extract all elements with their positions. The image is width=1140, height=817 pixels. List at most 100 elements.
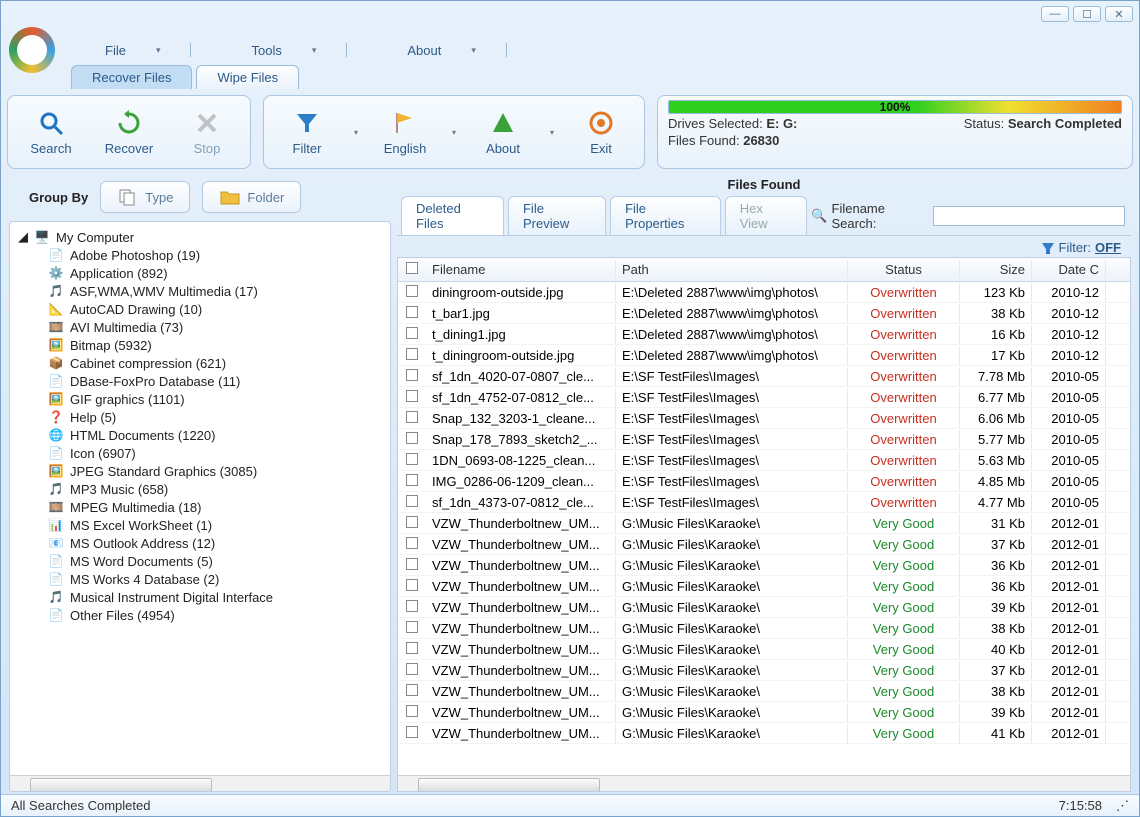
row-checkbox[interactable] (406, 663, 418, 675)
row-checkbox[interactable] (406, 285, 418, 297)
tree-item[interactable]: 🎞️MPEG Multimedia (18) (20, 498, 388, 516)
tree-item[interactable]: 🖼️Bitmap (5932) (20, 336, 388, 354)
tree-item[interactable]: 📧MS Outlook Address (12) (20, 534, 388, 552)
filter-status[interactable]: Filter: OFF (397, 236, 1131, 257)
file-type-tree[interactable]: ◢ 🖥️ My Computer 📄Adobe Photoshop (19)⚙️… (10, 222, 390, 775)
table-row[interactable]: VZW_Thunderboltnew_UM...G:\Music Files\K… (398, 681, 1130, 702)
table-row[interactable]: VZW_Thunderboltnew_UM...G:\Music Files\K… (398, 513, 1130, 534)
row-checkbox[interactable] (406, 558, 418, 570)
table-row[interactable]: sf_1dn_4373-07-0812_cle...E:\SF TestFile… (398, 492, 1130, 513)
col-size[interactable]: Size (960, 260, 1032, 279)
tab-file-properties[interactable]: File Properties (610, 196, 721, 235)
col-path[interactable]: Path (616, 260, 848, 279)
col-status[interactable]: Status (848, 260, 960, 279)
table-row[interactable]: VZW_Thunderboltnew_UM...G:\Music Files\K… (398, 660, 1130, 681)
tree-item[interactable]: 📊MS Excel WorkSheet (1) (20, 516, 388, 534)
maximize-button[interactable]: ☐ (1073, 6, 1101, 22)
row-checkbox[interactable] (406, 348, 418, 360)
row-checkbox[interactable] (406, 390, 418, 402)
table-row[interactable]: VZW_Thunderboltnew_UM...G:\Music Files\K… (398, 534, 1130, 555)
horizontal-scrollbar[interactable] (398, 775, 1130, 791)
row-checkbox[interactable] (406, 705, 418, 717)
row-checkbox[interactable] (406, 684, 418, 696)
recover-button[interactable]: Recover (90, 100, 168, 164)
tree-item[interactable]: 🎞️AVI Multimedia (73) (20, 318, 388, 336)
tree-root[interactable]: ◢ 🖥️ My Computer (18, 228, 388, 246)
tree-item[interactable]: 🖼️JPEG Standard Graphics (3085) (20, 462, 388, 480)
resize-grip-icon[interactable]: ⋰ (1116, 798, 1129, 814)
row-checkbox[interactable] (406, 474, 418, 486)
col-filename[interactable]: Filename (426, 260, 616, 279)
tree-item[interactable]: 📦Cabinet compression (621) (20, 354, 388, 372)
table-row[interactable]: IMG_0286-06-1209_clean...E:\SF TestFiles… (398, 471, 1130, 492)
table-row[interactable]: 1DN_0693-08-1225_clean...E:\SF TestFiles… (398, 450, 1130, 471)
row-checkbox[interactable] (406, 495, 418, 507)
row-checkbox[interactable] (406, 600, 418, 612)
row-checkbox[interactable] (406, 726, 418, 738)
chevron-down-icon[interactable]: ▾ (354, 128, 358, 137)
language-button[interactable]: English (366, 100, 444, 164)
tree-item[interactable]: ❓Help (5) (20, 408, 388, 426)
search-button[interactable]: Search (12, 100, 90, 164)
table-row[interactable]: VZW_Thunderboltnew_UM...G:\Music Files\K… (398, 723, 1130, 744)
collapse-icon[interactable]: ◢ (18, 229, 28, 245)
tree-item[interactable]: 📄DBase-FoxPro Database (11) (20, 372, 388, 390)
row-checkbox[interactable] (406, 453, 418, 465)
tree-item[interactable]: 🎵ASF,WMA,WMV Multimedia (17) (20, 282, 388, 300)
row-checkbox[interactable] (406, 369, 418, 381)
row-checkbox[interactable] (406, 537, 418, 549)
tab-wipe-files[interactable]: Wipe Files (196, 65, 299, 89)
row-checkbox[interactable] (406, 327, 418, 339)
tab-recover-files[interactable]: Recover Files (71, 65, 192, 89)
row-checkbox[interactable] (406, 306, 418, 318)
row-checkbox[interactable] (406, 642, 418, 654)
table-row[interactable]: VZW_Thunderboltnew_UM...G:\Music Files\K… (398, 618, 1130, 639)
groupby-folder-button[interactable]: Folder (202, 181, 301, 213)
chevron-down-icon[interactable]: ▾ (452, 128, 456, 137)
row-checkbox[interactable] (406, 621, 418, 633)
filename-search-input[interactable] (933, 206, 1125, 226)
groupby-type-button[interactable]: Type (100, 181, 190, 213)
row-checkbox[interactable] (406, 579, 418, 591)
about-button[interactable]: About (464, 100, 542, 164)
tree-item[interactable]: 📄Other Files (4954) (20, 606, 388, 624)
row-checkbox[interactable] (406, 411, 418, 423)
menu-file[interactable]: File▾ (105, 43, 191, 58)
tree-item[interactable]: 🎵MP3 Music (658) (20, 480, 388, 498)
tree-item[interactable]: 📐AutoCAD Drawing (10) (20, 300, 388, 318)
table-row[interactable]: VZW_Thunderboltnew_UM...G:\Music Files\K… (398, 639, 1130, 660)
menu-about[interactable]: About▾ (407, 43, 507, 58)
row-checkbox[interactable] (406, 432, 418, 444)
table-row[interactable]: VZW_Thunderboltnew_UM...G:\Music Files\K… (398, 576, 1130, 597)
table-row[interactable]: diningroom-outside.jpgE:\Deleted 2887\ww… (398, 282, 1130, 303)
select-all-checkbox[interactable] (406, 262, 418, 274)
tree-item[interactable]: 📄MS Word Documents (5) (20, 552, 388, 570)
table-row[interactable]: VZW_Thunderboltnew_UM...G:\Music Files\K… (398, 702, 1130, 723)
tree-item[interactable]: 🎵Musical Instrument Digital Interface (20, 588, 388, 606)
table-row[interactable]: t_dining1.jpgE:\Deleted 2887\www\img\pho… (398, 324, 1130, 345)
exit-button[interactable]: Exit (562, 100, 640, 164)
col-date[interactable]: Date C (1032, 260, 1106, 279)
horizontal-scrollbar[interactable] (10, 775, 390, 791)
chevron-down-icon[interactable]: ▾ (550, 128, 554, 137)
tree-item[interactable]: 📄MS Works 4 Database (2) (20, 570, 388, 588)
tree-item[interactable]: ⚙️Application (892) (20, 264, 388, 282)
table-row[interactable]: sf_1dn_4752-07-0812_cle...E:\SF TestFile… (398, 387, 1130, 408)
row-checkbox[interactable] (406, 516, 418, 528)
table-row[interactable]: sf_1dn_4020-07-0807_cle...E:\SF TestFile… (398, 366, 1130, 387)
tree-item[interactable]: 📄Icon (6907) (20, 444, 388, 462)
minimize-button[interactable]: — (1041, 6, 1069, 22)
table-row[interactable]: t_diningroom-outside.jpgE:\Deleted 2887\… (398, 345, 1130, 366)
table-row[interactable]: t_bar1.jpgE:\Deleted 2887\www\img\photos… (398, 303, 1130, 324)
table-row[interactable]: Snap_132_3203-1_cleane...E:\SF TestFiles… (398, 408, 1130, 429)
table-row[interactable]: VZW_Thunderboltnew_UM...G:\Music Files\K… (398, 597, 1130, 618)
tree-item[interactable]: 📄Adobe Photoshop (19) (20, 246, 388, 264)
tab-deleted-files[interactable]: Deleted Files (401, 196, 504, 235)
tab-hex-view[interactable]: Hex View (725, 196, 808, 235)
tab-file-preview[interactable]: File Preview (508, 196, 606, 235)
tree-item[interactable]: 🖼️GIF graphics (1101) (20, 390, 388, 408)
table-row[interactable]: Snap_178_7893_sketch2_...E:\SF TestFiles… (398, 429, 1130, 450)
filter-button[interactable]: Filter (268, 100, 346, 164)
tree-item[interactable]: 🌐HTML Documents (1220) (20, 426, 388, 444)
table-row[interactable]: VZW_Thunderboltnew_UM...G:\Music Files\K… (398, 555, 1130, 576)
